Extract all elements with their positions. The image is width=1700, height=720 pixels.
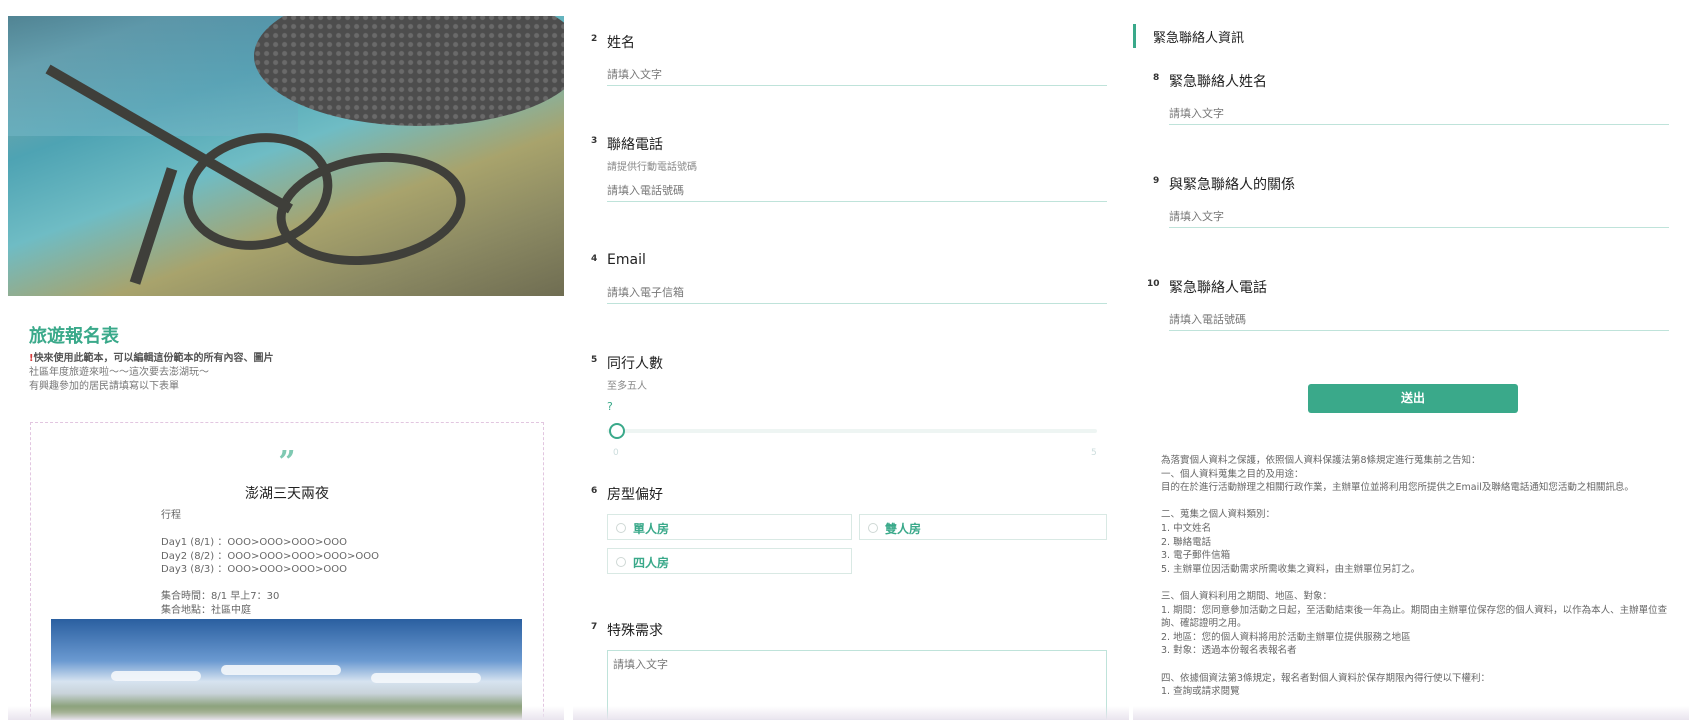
name-input[interactable]: 請填入文字: [607, 62, 1107, 86]
question-number: 2: [591, 34, 598, 44]
question-room-type: 6 房型偏好 單人房 雙人房 四人房: [591, 484, 1107, 574]
emergency-contact-panel: 緊急聯絡人資訊 8 緊急聯絡人姓名 請填入文字 9 與緊急聯絡人的關係 請填入文…: [1133, 0, 1689, 720]
privacy-notice: 為落實個人資料之保護，依照個人資料保護法第8條規定進行蒐集前之告知： 一、個人資…: [1161, 455, 1668, 698]
question-number: 9: [1153, 176, 1160, 186]
question-label: 同行人數: [607, 356, 663, 372]
form-title: 旅遊報名表: [29, 326, 119, 347]
input-placeholder: 請填入文字: [1169, 210, 1224, 223]
question-label: 姓名: [607, 35, 635, 51]
question-number: 8: [1153, 73, 1160, 83]
question-emergency-phone: 10 緊急聯絡人電話 請填入電話號碼: [1147, 277, 1669, 337]
question-number: 5: [591, 355, 598, 365]
question-email: 4 Email 請填入電子信箱: [591, 252, 1107, 312]
input-placeholder: 請填入電子信箱: [607, 286, 684, 299]
question-number: 7: [591, 622, 598, 632]
hero-stone-wall: [129, 167, 178, 285]
option-label: 單人房: [633, 522, 670, 536]
emergency-name-input[interactable]: 請填入文字: [1169, 101, 1669, 125]
hero-rocks: [254, 16, 564, 126]
slider-value: ?: [607, 400, 613, 413]
room-option-single[interactable]: 單人房: [607, 514, 852, 540]
question-label: 特殊需求: [607, 623, 663, 639]
itinerary-title: 澎湖三天兩夜: [245, 486, 329, 502]
input-placeholder: 請填入電話號碼: [1169, 313, 1246, 326]
companions-slider[interactable]: [607, 429, 1097, 433]
slider-max-label: 5: [1091, 448, 1097, 458]
section-title: 緊急聯絡人資訊: [1153, 31, 1245, 46]
emergency-phone-input[interactable]: 請填入電話號碼: [1169, 307, 1669, 331]
panel-shadow: [573, 706, 1129, 720]
photo-cloud: [111, 671, 201, 681]
room-option-quad[interactable]: 四人房: [607, 548, 852, 574]
emergency-relation-input[interactable]: 請填入文字: [1169, 204, 1669, 228]
itinerary-body: 行程 Day1 (8/1) ：OOO>OOO>OOO>OOO Day2 (8/2…: [161, 510, 379, 616]
section-accent-bar: [1133, 24, 1136, 48]
question-hint: 至多五人: [607, 381, 647, 392]
form-intro-panel: 旅遊報名表 !快來使用此範本，可以編輯這份範本的所有內容、圖片 社區年度旅遊來啦…: [8, 0, 564, 720]
hero-image-twin-hearts: [8, 16, 564, 296]
slider-handle[interactable]: [609, 423, 625, 439]
question-emergency-relation: 9 與緊急聯絡人的關係 請填入文字: [1153, 174, 1669, 234]
panel-shadow: [8, 706, 564, 720]
input-placeholder: 請填入文字: [1169, 107, 1224, 120]
itinerary-card: ” 澎湖三天兩夜 行程 Day1 (8/1) ：OOO>OOO>OOO>OOO …: [30, 422, 544, 720]
form-intro: !快來使用此範本，可以編輯這份範本的所有內容、圖片 社區年度旅遊來啦～～這次要去…: [29, 352, 274, 394]
input-placeholder: 請填入文字: [607, 68, 662, 81]
question-number: 3: [591, 136, 598, 146]
landscape-photo: [51, 619, 522, 720]
slider-min-label: 0: [613, 448, 619, 458]
intro-warning-text: 快來使用此範本，可以編輯這份範本的所有內容、圖片: [33, 353, 274, 364]
form-questions-panel: 2 姓名 請填入文字 3 聯絡電話 請提供行動電話號碼 請填入電話號碼 4 Em…: [573, 0, 1129, 720]
photo-cloud: [221, 665, 341, 675]
question-number: 6: [591, 486, 598, 496]
question-companions: 5 同行人數 至多五人 ? 0 5: [591, 353, 1097, 463]
question-hint: 請提供行動電話號碼: [607, 162, 697, 173]
option-label: 四人房: [633, 556, 670, 570]
intro-line-2: 社區年度旅遊來啦～～這次要去澎湖玩～: [29, 367, 209, 378]
radio-circle-icon[interactable]: [616, 557, 626, 567]
input-placeholder: 請填入電話號碼: [607, 184, 684, 197]
radio-circle-icon[interactable]: [868, 523, 878, 533]
question-label: 緊急聯絡人電話: [1169, 280, 1267, 296]
question-number: 4: [591, 254, 598, 264]
question-label: 緊急聯絡人姓名: [1169, 74, 1267, 90]
panel-shadow: [1133, 706, 1689, 720]
phone-input[interactable]: 請填入電話號碼: [607, 178, 1107, 202]
question-number: 10: [1147, 279, 1160, 289]
radio-circle-icon[interactable]: [616, 523, 626, 533]
question-label: 聯絡電話: [607, 137, 663, 153]
question-label: 與緊急聯絡人的關係: [1169, 177, 1295, 193]
photo-cloud: [371, 673, 481, 683]
quote-icon: ”: [278, 445, 296, 480]
input-placeholder: 請填入文字: [613, 658, 668, 671]
question-special-needs: 7 特殊需求 請填入文字: [591, 620, 1107, 720]
submit-button[interactable]: 送出: [1308, 384, 1518, 413]
room-option-double[interactable]: 雙人房: [859, 514, 1107, 540]
option-label: 雙人房: [885, 522, 922, 536]
intro-line-3: 有興趣參加的居民請填寫以下表單: [29, 381, 179, 392]
question-label: 房型偏好: [607, 487, 663, 503]
question-phone: 3 聯絡電話 請提供行動電話號碼 請填入電話號碼: [591, 134, 1107, 204]
question-name: 2 姓名 請填入文字: [591, 32, 1107, 92]
question-emergency-name: 8 緊急聯絡人姓名 請填入文字: [1153, 71, 1669, 131]
email-input[interactable]: 請填入電子信箱: [607, 280, 1107, 304]
question-label: Email: [607, 252, 646, 268]
intro-warning: !快來使用此範本，可以編輯這份範本的所有內容、圖片: [29, 352, 274, 366]
